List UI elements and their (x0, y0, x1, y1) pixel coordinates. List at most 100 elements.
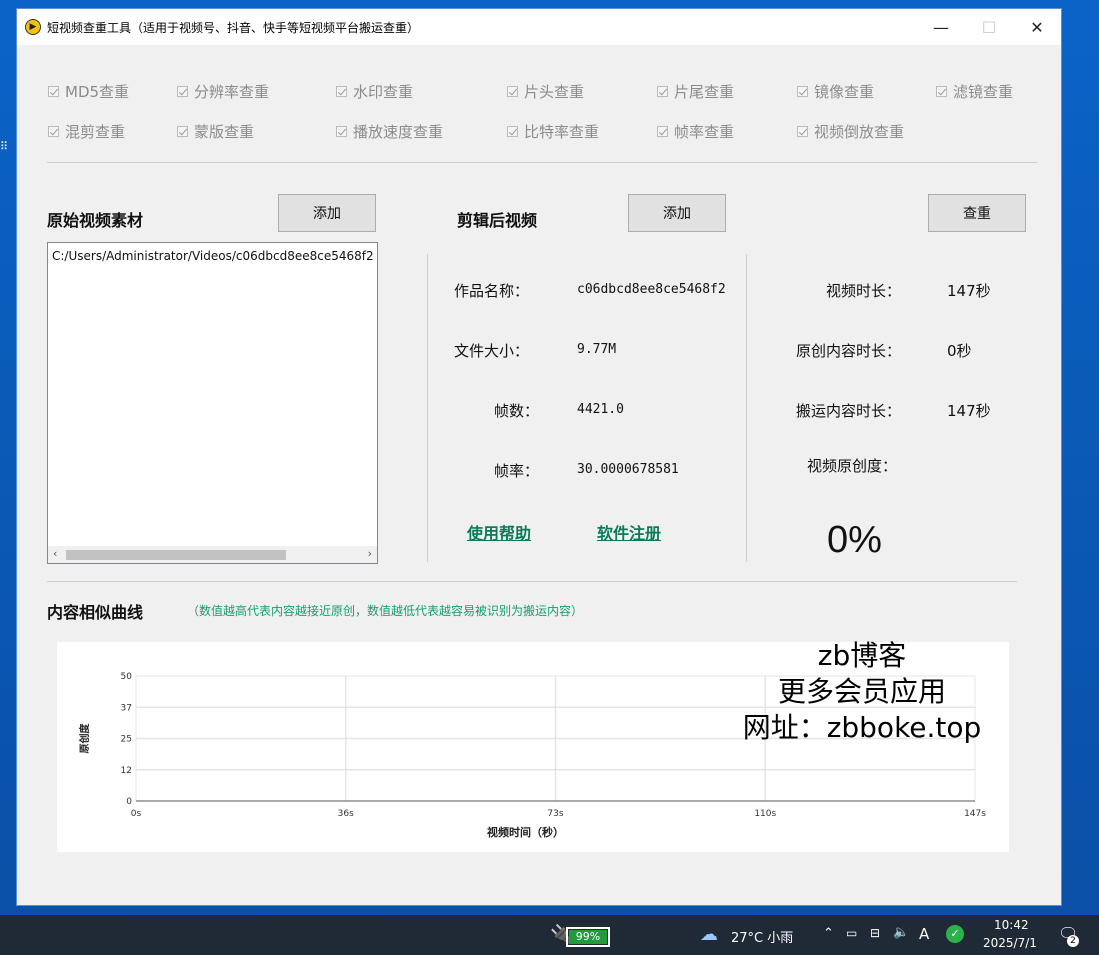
checkbox-reverse[interactable]: 视频倒放查重 (797, 121, 904, 142)
checkbox-icon (936, 86, 947, 97)
checkbox-icon (797, 126, 808, 137)
checkbox-playback-speed[interactable]: 播放速度查重 (336, 121, 443, 142)
app-logo-icon: ▶ (25, 19, 41, 35)
size-label: 文件大小： (453, 342, 529, 360)
frames-value: 4421.0 (577, 402, 624, 417)
checkbox-intro[interactable]: 片头查重 (507, 81, 584, 102)
taskbar: 🔌 99% ☁ 27°C 小雨 ⌃ ▭ ⊟ 🔈 A ✓ 10:42 2025/7… (0, 915, 1099, 955)
weather-text[interactable]: 27°C 小雨 (731, 927, 793, 946)
x-tick-label: 36s (338, 809, 354, 819)
checkbox-icon (48, 86, 59, 97)
checkbox-icon (177, 86, 188, 97)
clock-date[interactable]: 2025/7/1 (983, 936, 1037, 950)
desktop-edge-fragment: ⠿ (0, 140, 9, 153)
original-duration-value: 0秒 (947, 342, 972, 360)
checkbox-md5[interactable]: MD5查重 (48, 81, 129, 102)
originality-value: 0% (827, 519, 882, 561)
x-tick-label: 147s (964, 809, 986, 819)
copied-duration-value: 147秒 (947, 402, 991, 420)
checkbox-outro[interactable]: 片尾查重 (657, 81, 734, 102)
x-tick-label: 110s (754, 809, 776, 819)
checkbox-icon (657, 126, 668, 137)
y-axis-label: 原创度 (78, 723, 91, 754)
checkbox-icon (797, 86, 808, 97)
original-file-list[interactable]: C:/Users/Administrator/Videos/c06dbcd8ee… (47, 242, 378, 564)
y-tick-label: 0 (126, 797, 132, 807)
window-controls: — ☐ ✕ (917, 9, 1061, 45)
scroll-left-icon[interactable]: ‹ (53, 547, 57, 560)
watermark-line1: zb博客 (817, 639, 907, 672)
scrollbar-thumb[interactable] (66, 550, 286, 560)
add-original-button[interactable]: 添加 (278, 194, 376, 232)
y-tick-label: 37 (121, 703, 132, 713)
app-window: ▶ 短视频查重工具（适用于视频号、抖音、快手等短视频平台搬运查重） — ☐ ✕ … (16, 8, 1062, 906)
add-edited-button[interactable]: 添加 (628, 194, 726, 232)
weather-icon: ☁ (700, 924, 718, 945)
horizontal-scrollbar[interactable]: ‹ › (48, 546, 377, 563)
duration-label: 视频时长： (825, 282, 901, 300)
x-axis-label: 视频时间（秒） (487, 825, 564, 839)
copied-duration-label: 搬运内容时长： (795, 402, 901, 420)
battery-tray-icon[interactable]: ▭ (846, 926, 857, 940)
clock-time[interactable]: 10:42 (994, 918, 1029, 932)
volume-icon[interactable]: 🔈 (893, 925, 909, 940)
original-duration-label: 原创内容时长： (795, 342, 901, 360)
watermark-line3: 网址：zbboke.top (742, 711, 982, 744)
checkbox-mirror[interactable]: 镜像查重 (797, 81, 874, 102)
x-tick-label: 73s (547, 809, 563, 819)
chart-panel: 0s 36s 73s 110s 147s 0 12 25 37 50 视频时间（秒） 原创度 zb博客… (57, 639, 1009, 852)
close-button[interactable]: ✕ (1013, 9, 1061, 45)
divider (746, 254, 747, 562)
checkbox-icon (336, 86, 347, 97)
checkbox-icon (48, 126, 59, 137)
y-tick-label: 50 (121, 672, 133, 682)
divider (47, 162, 1037, 163)
checkbox-mixcut[interactable]: 混剪查重 (48, 121, 125, 142)
frames-label: 帧数： (493, 402, 539, 420)
network-icon[interactable]: ⊟ (870, 926, 880, 940)
curve-title: 内容相似曲线 (47, 603, 144, 622)
register-link[interactable]: 软件注册 (597, 520, 661, 544)
checkbox-icon (657, 86, 668, 97)
maximize-button[interactable]: ☐ (965, 9, 1013, 45)
notification-count: 2 (1067, 935, 1079, 947)
watermark-line2: 更多会员应用 (777, 675, 946, 708)
checkbox-framerate[interactable]: 帧率查重 (657, 121, 734, 142)
checkbox-icon (177, 126, 188, 137)
duration-value: 147秒 (947, 282, 991, 300)
curve-hint: （数值越高代表内容越接近原创，数值越低代表越容易被识别为搬运内容） (187, 604, 584, 618)
battery-indicator[interactable]: 99% (566, 927, 610, 947)
y-tick-label: 12 (121, 766, 132, 776)
scroll-right-icon[interactable]: › (368, 547, 372, 560)
battery-text: 99% (575, 930, 601, 943)
name-label: 作品名称： (453, 282, 529, 300)
checkbox-filter[interactable]: 滤镜查重 (936, 81, 1013, 102)
ime-indicator[interactable]: A (919, 925, 929, 943)
checkbox-mask[interactable]: 蒙版查重 (177, 121, 254, 142)
checkbox-icon (507, 86, 518, 97)
originality-label: 视频原创度： (806, 457, 897, 475)
fps-label: 帧率： (493, 462, 539, 480)
show-hidden-icons-chevron-icon[interactable]: ⌃ (823, 926, 834, 941)
fps-value: 30.0000678581 (577, 462, 679, 477)
checkbox-icon (336, 126, 347, 137)
help-link[interactable]: 使用帮助 (467, 520, 531, 544)
checkbox-bitrate[interactable]: 比特率查重 (507, 121, 599, 142)
size-value: 9.77M (577, 342, 617, 357)
title-bar: ▶ 短视频查重工具（适用于视频号、抖音、快手等短视频平台搬运查重） — ☐ ✕ (17, 9, 1061, 45)
watermark-text: zb博客 更多会员应用 网址：zbboke.top (717, 638, 1007, 746)
y-tick-label: 25 (121, 735, 132, 745)
checkbox-resolution[interactable]: 分辨率查重 (177, 81, 269, 102)
x-tick-label: 0s (131, 809, 142, 819)
wechat-tray-icon[interactable]: ✓ (946, 925, 964, 943)
edited-section-title: 剪辑后视频 (457, 211, 538, 230)
checkbox-icon (507, 126, 518, 137)
checkbox-watermark[interactable]: 水印查重 (336, 81, 413, 102)
name-value: c06dbcd8ee8ce5468f2 (577, 282, 726, 297)
list-item[interactable]: C:/Users/Administrator/Videos/c06dbcd8ee… (52, 249, 374, 263)
window-title: 短视频查重工具（适用于视频号、抖音、快手等短视频平台搬运查重） (47, 20, 420, 35)
divider (427, 254, 428, 562)
check-duplicate-button[interactable]: 查重 (928, 194, 1026, 232)
original-section-title: 原始视频素材 (47, 211, 144, 230)
minimize-button[interactable]: — (917, 9, 965, 45)
